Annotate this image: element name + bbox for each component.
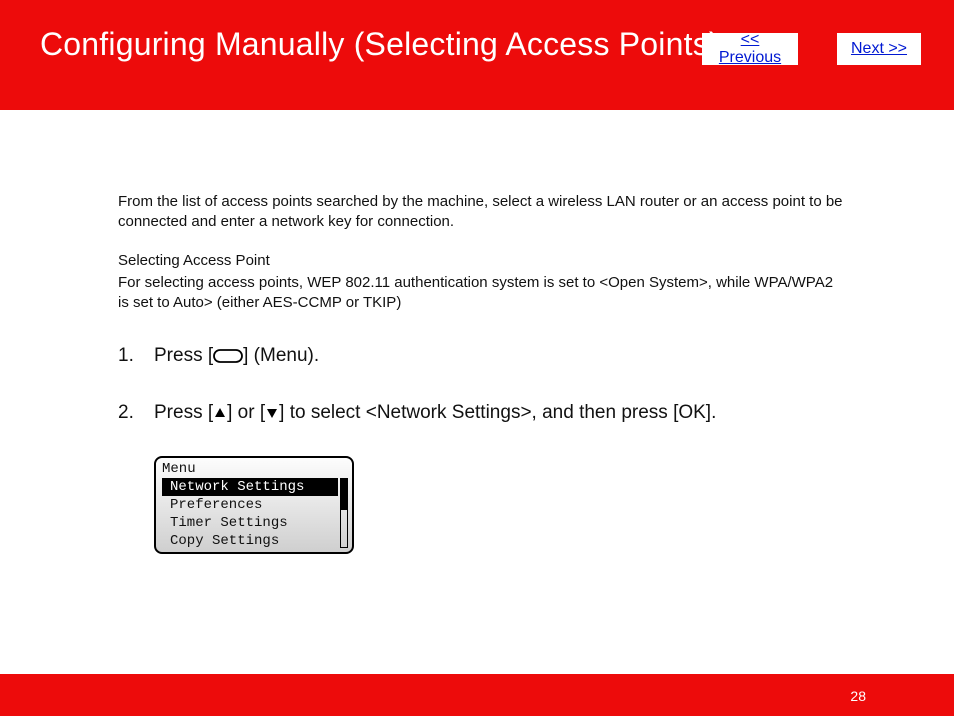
subsection-heading: Selecting Access Point bbox=[118, 251, 848, 271]
step-number: 2. bbox=[118, 400, 154, 429]
up-arrow-icon bbox=[213, 402, 227, 429]
intro-text: From the list of access points searched … bbox=[118, 192, 848, 233]
footer-bar: 28 bbox=[0, 674, 954, 716]
step-1-post: ] (Menu). bbox=[243, 345, 319, 366]
content-body: From the list of access points searched … bbox=[118, 192, 848, 554]
header-bar: Configuring Manually (Selecting Access P… bbox=[0, 0, 954, 110]
next-button[interactable]: Next >> bbox=[837, 33, 921, 65]
lcd-scrollbar bbox=[340, 478, 348, 548]
previous-button[interactable]: << Previous bbox=[702, 33, 798, 65]
step-number: 1. bbox=[118, 343, 154, 372]
step-1: 1. Press [ ] (Menu). bbox=[118, 343, 848, 372]
device-lcd-screenshot: Menu Network Settings Preferences Timer … bbox=[154, 456, 354, 554]
page-root: Configuring Manually (Selecting Access P… bbox=[0, 0, 954, 716]
step-2-post: ] to select <Network Settings>, and then… bbox=[279, 402, 716, 423]
page-title: Configuring Manually (Selecting Access P… bbox=[40, 26, 720, 63]
down-arrow-icon bbox=[265, 402, 279, 429]
menu-button-icon bbox=[213, 345, 243, 372]
step-1-pre: Press [ bbox=[154, 345, 213, 366]
lcd-menu-item: Timer Settings bbox=[156, 514, 352, 532]
subsection-body: For selecting access points, WEP 802.11 … bbox=[118, 273, 848, 314]
step-2-pre: Press [ bbox=[154, 402, 213, 423]
step-text: Press [ ] or [ ] to select <Network Settin… bbox=[154, 400, 848, 429]
lcd-menu-item: Network Settings bbox=[162, 478, 338, 496]
page-number: 28 bbox=[850, 688, 866, 704]
step-2: 2. Press [ ] or [ ] to select <Network Set… bbox=[118, 400, 848, 429]
step-text: Press [ ] (Menu). bbox=[154, 343, 848, 372]
lcd-scroll-thumb bbox=[341, 479, 347, 510]
step-2-mid1: ] or [ bbox=[227, 402, 265, 423]
lcd-menu-item: Preferences bbox=[156, 496, 352, 514]
lcd-title: Menu bbox=[156, 460, 352, 478]
lcd-menu-item: Copy Settings bbox=[156, 532, 352, 550]
